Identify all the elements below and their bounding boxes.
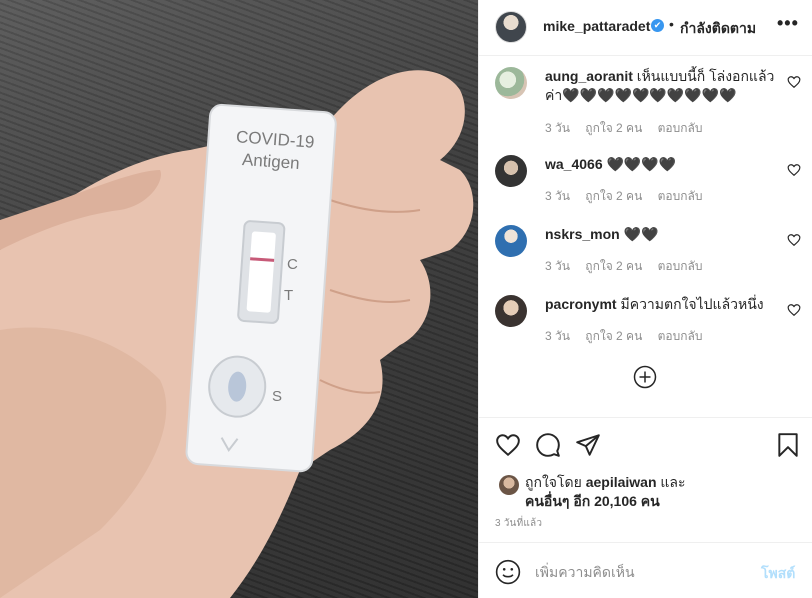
- comment-meta: 3 วัน ถูกใจ 2 คน ตอบกลับ: [545, 257, 715, 276]
- commenter-avatar[interactable]: [495, 225, 527, 257]
- author-username[interactable]: mike_pattaradet: [543, 18, 650, 34]
- comment-reply[interactable]: ตอบกลับ: [658, 121, 703, 135]
- like-comment-heart-icon[interactable]: [787, 303, 801, 317]
- save-bookmark-icon[interactable]: [775, 432, 801, 458]
- likes-summary: ถูกใจโดย aepilaiwan และ คนอื่นๆ อีก 20,1…: [479, 470, 812, 514]
- cassette-label-s: S: [272, 388, 283, 405]
- comment-text: มีความตกใจไปแล้วหนึ่ง: [620, 296, 764, 312]
- comment-likes[interactable]: ถูกใจ 2 คน: [585, 121, 642, 135]
- hand-holding-test-illustration: [0, 70, 474, 598]
- comment-text: 🖤🖤: [623, 226, 659, 242]
- comment-reply[interactable]: ตอบกลับ: [658, 259, 703, 273]
- more-options-icon[interactable]: •••: [777, 13, 799, 34]
- comments-list: aung_aoranit เห็นแบบนี้ก็ โล่งอกแล้วค่า🖤…: [479, 57, 812, 417]
- comment-body: pacronymt มีความตกใจไปแล้วหนึ่ง: [545, 295, 781, 314]
- post-photo[interactable]: COVID-19 Antigen C T S: [0, 0, 478, 598]
- verified-badge-icon: ✔: [651, 19, 664, 32]
- commenter-username[interactable]: aung_aoranit: [545, 68, 633, 84]
- post-header: mike_pattaradet ✔ • กำลังติดตาม •••: [479, 0, 812, 56]
- like-heart-icon[interactable]: [495, 432, 521, 458]
- comment-composer: โพสต์: [479, 542, 812, 598]
- emoji-smiley-icon[interactable]: [495, 559, 521, 585]
- add-comment-input[interactable]: [535, 559, 755, 585]
- comment-reply[interactable]: ตอบกลับ: [658, 329, 703, 343]
- comment-item: wa_4066 🖤🖤🖤🖤 3 วัน ถูกใจ 2 คน ตอบกลับ: [479, 145, 812, 205]
- cassette-label-t: T: [284, 287, 294, 304]
- post-actions: [479, 417, 812, 477]
- comment-item: pacronymt มีความตกใจไปแล้วหนึ่ง 3 วัน ถู…: [479, 285, 812, 345]
- comment-body: wa_4066 🖤🖤🖤🖤: [545, 155, 781, 174]
- comment-item: aung_aoranit เห็นแบบนี้ก็ โล่งอกแล้วค่า🖤…: [479, 57, 812, 135]
- share-paper-plane-icon[interactable]: [575, 432, 601, 458]
- following-button[interactable]: กำลังติดตาม: [680, 18, 756, 40]
- load-more-comments-plus-icon[interactable]: [633, 365, 657, 389]
- commenter-avatar[interactable]: [495, 155, 527, 187]
- commenter-username[interactable]: wa_4066: [545, 156, 603, 172]
- likes-others-count[interactable]: คนอื่นๆ อีก 20,106 คน: [525, 493, 660, 509]
- comment-text: 🖤🖤🖤🖤: [606, 156, 677, 172]
- likes-prefix: ถูกใจโดย: [525, 474, 582, 490]
- like-comment-heart-icon[interactable]: [787, 75, 801, 89]
- commenter-username[interactable]: nskrs_mon: [545, 226, 620, 242]
- comment-reply[interactable]: ตอบกลับ: [658, 189, 703, 203]
- post-sidebar: mike_pattaradet ✔ • กำลังติดตาม ••• aung…: [478, 0, 812, 598]
- comment-meta: 3 วัน ถูกใจ 2 คน ตอบกลับ: [545, 187, 715, 206]
- comment-bubble-icon[interactable]: [535, 432, 561, 458]
- post-comment-button[interactable]: โพสต์: [761, 563, 795, 585]
- likes-text: ถูกใจโดย aepilaiwan และ คนอื่นๆ อีก 20,1…: [525, 473, 686, 511]
- cassette-subtitle: Antigen: [241, 150, 301, 173]
- comment-meta: 3 วัน ถูกใจ 2 คน ตอบกลับ: [545, 119, 715, 138]
- comment-meta: 3 วัน ถูกใจ 2 คน ตอบกลับ: [545, 327, 715, 346]
- cassette-label-c: C: [287, 256, 298, 273]
- comment-body: aung_aoranit เห็นแบบนี้ก็ โล่งอกแล้วค่า🖤…: [545, 67, 781, 105]
- likes-and: และ: [660, 474, 686, 490]
- post-timestamp[interactable]: 3 วันที่แล้ว: [495, 516, 542, 531]
- comment-likes[interactable]: ถูกใจ 2 คน: [585, 259, 642, 273]
- liker-username[interactable]: aepilaiwan: [586, 474, 657, 490]
- comment-time[interactable]: 3 วัน: [545, 189, 570, 203]
- comment-item: nskrs_mon 🖤🖤 3 วัน ถูกใจ 2 คน ตอบกลับ: [479, 215, 812, 275]
- comment-time[interactable]: 3 วัน: [545, 259, 570, 273]
- comment-body: nskrs_mon 🖤🖤: [545, 225, 781, 244]
- like-comment-heart-icon[interactable]: [787, 163, 801, 177]
- comment-likes[interactable]: ถูกใจ 2 คน: [585, 189, 642, 203]
- liker-avatar[interactable]: [499, 475, 519, 495]
- author-avatar[interactable]: [495, 11, 527, 43]
- comment-likes[interactable]: ถูกใจ 2 คน: [585, 329, 642, 343]
- commenter-username[interactable]: pacronymt: [545, 296, 617, 312]
- header-separator: •: [669, 16, 674, 32]
- commenter-avatar[interactable]: [495, 67, 527, 99]
- commenter-avatar[interactable]: [495, 295, 527, 327]
- comment-time[interactable]: 3 วัน: [545, 329, 570, 343]
- comment-time[interactable]: 3 วัน: [545, 121, 570, 135]
- like-comment-heart-icon[interactable]: [787, 233, 801, 247]
